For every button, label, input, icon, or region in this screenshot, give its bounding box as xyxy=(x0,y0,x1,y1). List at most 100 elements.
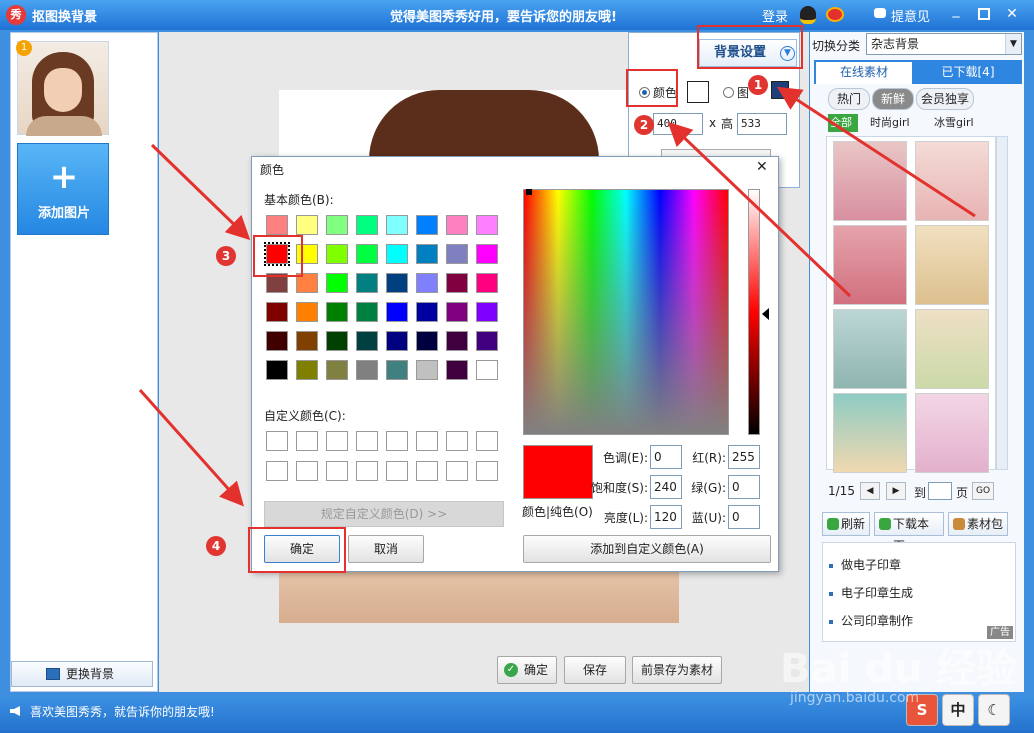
basic-color-swatch[interactable] xyxy=(446,244,468,264)
filter-snow-girl[interactable]: 冰雪girl xyxy=(934,114,974,132)
custom-color-swatch[interactable] xyxy=(416,461,438,481)
basic-color-swatch[interactable] xyxy=(386,331,408,351)
crosshair-icon[interactable] xyxy=(526,189,532,195)
image-thumbnail[interactable]: 1 xyxy=(16,40,109,136)
basic-color-swatch[interactable] xyxy=(476,302,498,322)
basic-color-swatch[interactable] xyxy=(266,360,288,380)
maximize-icon[interactable] xyxy=(978,8,990,20)
width-input[interactable]: 400 xyxy=(653,113,703,135)
basic-color-swatch[interactable] xyxy=(326,244,348,264)
basic-color-swatch[interactable] xyxy=(476,273,498,293)
basic-color-swatch[interactable] xyxy=(356,360,378,380)
ad-link[interactable]: 做电子印章 xyxy=(829,555,901,575)
custom-color-swatch[interactable] xyxy=(446,431,468,451)
basic-color-swatch[interactable] xyxy=(476,244,498,264)
custom-color-swatch[interactable] xyxy=(386,461,408,481)
download-page-button[interactable]: 下载本页 xyxy=(874,512,944,553)
material-tile[interactable] xyxy=(833,225,907,305)
chevron-down-icon[interactable]: ▼ xyxy=(1005,34,1021,54)
subtab-new[interactable]: 新鲜 xyxy=(872,88,914,110)
basic-color-swatch[interactable] xyxy=(326,360,348,380)
custom-color-swatch[interactable] xyxy=(446,461,468,481)
filter-fashion-girl[interactable]: 时尚girl xyxy=(870,114,910,132)
change-background-button[interactable]: 更换背景 xyxy=(11,661,153,687)
close-icon[interactable]: ✕ xyxy=(1004,6,1020,22)
grid-scrollbar[interactable] xyxy=(996,136,1008,470)
basic-color-swatch[interactable] xyxy=(356,215,378,235)
color-spectrum[interactable] xyxy=(523,189,729,435)
qq-icon[interactable] xyxy=(800,6,816,24)
add-image-button[interactable]: + 添加图片 xyxy=(17,143,109,235)
subtab-hot[interactable]: 热门 xyxy=(828,88,870,110)
basic-color-swatch[interactable] xyxy=(296,302,318,322)
basic-color-swatch[interactable] xyxy=(386,360,408,380)
basic-color-swatch[interactable] xyxy=(446,331,468,351)
page-input[interactable] xyxy=(928,482,952,500)
custom-color-swatch[interactable] xyxy=(326,431,348,451)
luminance-slider[interactable] xyxy=(748,189,760,435)
subtab-vip[interactable]: 会员独享 xyxy=(916,88,974,110)
category-select[interactable]: 杂志背景 ▼ xyxy=(866,33,1022,55)
tab-online-materials[interactable]: 在线素材 xyxy=(816,62,912,84)
basic-color-swatch[interactable] xyxy=(326,331,348,351)
basic-color-swatch[interactable] xyxy=(356,273,378,293)
material-tile[interactable] xyxy=(833,393,907,473)
custom-color-swatch[interactable] xyxy=(386,431,408,451)
save-foreground-button[interactable]: 前景存为素材 xyxy=(632,656,722,684)
tab-downloaded[interactable]: 已下载[4] xyxy=(918,62,1018,84)
red-input[interactable]: 255 xyxy=(728,445,760,469)
saturation-input[interactable]: 240 xyxy=(650,475,682,499)
luminance-input[interactable]: 120 xyxy=(650,505,682,529)
basic-color-swatch[interactable] xyxy=(416,331,438,351)
add-to-custom-colors-button[interactable]: 添加到自定义颜色(A) xyxy=(523,535,771,563)
basic-color-swatch[interactable] xyxy=(446,215,468,235)
material-tile[interactable] xyxy=(833,141,907,221)
feedback-link[interactable]: 提意见 xyxy=(891,6,930,25)
basic-color-swatch[interactable] xyxy=(326,273,348,293)
height-input[interactable]: 533 xyxy=(737,113,787,135)
basic-color-swatch[interactable] xyxy=(446,273,468,293)
basic-color-swatch[interactable] xyxy=(386,244,408,264)
go-button[interactable]: GO xyxy=(972,482,994,500)
green-input[interactable]: 0 xyxy=(728,475,760,499)
save-button[interactable]: 保存 xyxy=(564,656,626,684)
custom-color-swatch[interactable] xyxy=(476,461,498,481)
custom-color-swatch[interactable] xyxy=(296,431,318,451)
basic-color-swatch[interactable] xyxy=(326,215,348,235)
custom-color-swatch[interactable] xyxy=(356,461,378,481)
ad-link[interactable]: 公司印章制作 xyxy=(829,611,913,631)
basic-color-swatch[interactable] xyxy=(476,215,498,235)
basic-color-swatch[interactable] xyxy=(326,302,348,322)
basic-color-swatch[interactable] xyxy=(266,302,288,322)
material-tile[interactable] xyxy=(915,141,989,221)
moon-icon[interactable]: ☾ xyxy=(978,694,1010,726)
basic-color-swatch[interactable] xyxy=(446,360,468,380)
custom-color-swatch[interactable] xyxy=(296,461,318,481)
custom-color-swatch[interactable] xyxy=(326,461,348,481)
basic-color-swatch[interactable] xyxy=(296,360,318,380)
basic-color-swatch[interactable] xyxy=(386,302,408,322)
color-swatch[interactable] xyxy=(687,81,709,103)
basic-color-swatch[interactable] xyxy=(386,273,408,293)
close-icon[interactable]: ✕ xyxy=(756,159,768,175)
ime-mode-button[interactable]: 中 xyxy=(942,694,974,726)
basic-color-swatch[interactable] xyxy=(416,244,438,264)
basic-color-swatch[interactable] xyxy=(296,215,318,235)
basic-color-swatch[interactable] xyxy=(296,331,318,351)
basic-color-swatch[interactable] xyxy=(446,302,468,322)
confirm-button[interactable]: ✓ 确定 xyxy=(497,656,557,684)
basic-color-swatch[interactable] xyxy=(416,360,438,380)
ad-link[interactable]: 电子印章生成 xyxy=(829,583,913,603)
basic-color-swatch[interactable] xyxy=(266,331,288,351)
basic-color-swatch[interactable] xyxy=(386,215,408,235)
basic-color-swatch[interactable] xyxy=(416,215,438,235)
filter-all[interactable]: 全部 xyxy=(828,114,858,132)
minimize-icon[interactable]: _ xyxy=(948,2,964,18)
basic-color-swatch[interactable] xyxy=(356,302,378,322)
basic-color-swatch[interactable] xyxy=(416,273,438,293)
custom-color-swatch[interactable] xyxy=(476,431,498,451)
basic-color-swatch[interactable] xyxy=(356,244,378,264)
basic-color-swatch[interactable] xyxy=(266,215,288,235)
hue-input[interactable]: 0 xyxy=(650,445,682,469)
image-swatch[interactable] xyxy=(771,81,789,99)
